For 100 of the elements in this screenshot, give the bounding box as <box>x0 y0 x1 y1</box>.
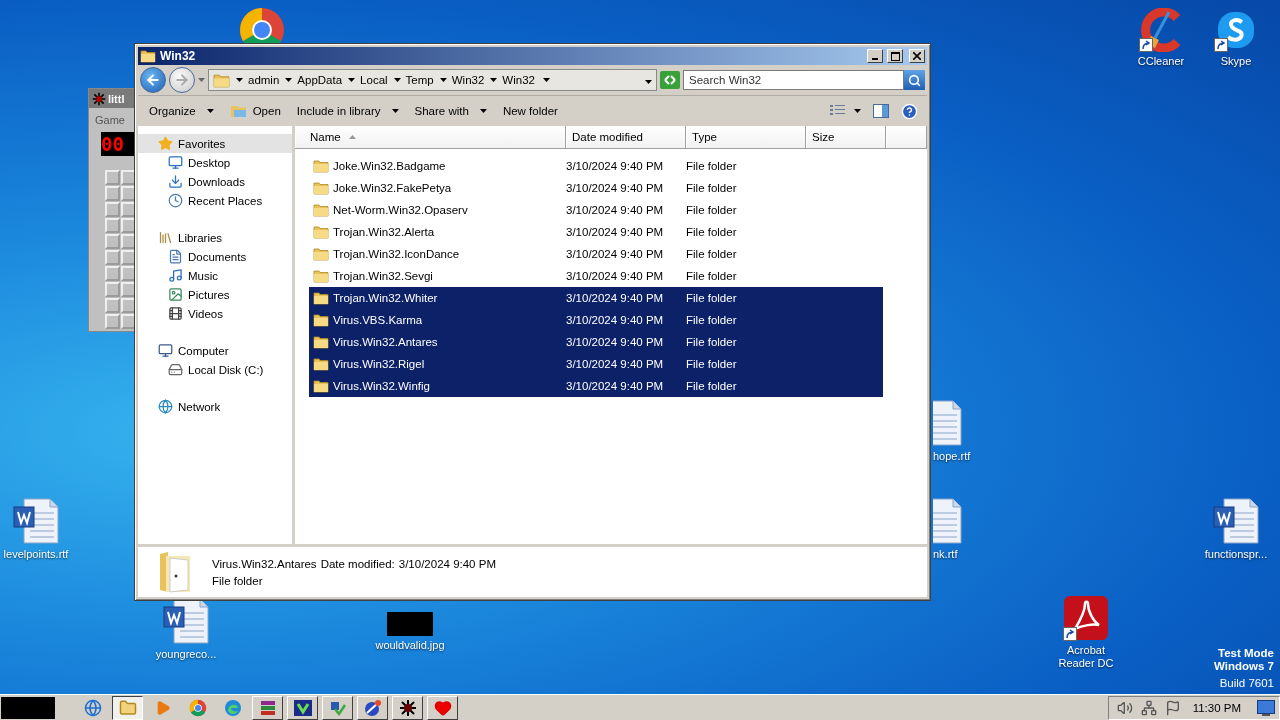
folder-icon <box>313 202 329 218</box>
file-row[interactable]: Trojan.Win32.Alerta 3/10/2024 9:40 PM File folder <box>309 221 883 243</box>
film-icon <box>168 306 183 321</box>
file-row[interactable]: Net-Worm.Win32.Opaserv 3/10/2024 9:40 PM File folder <box>309 199 883 221</box>
column-header[interactable]: Type <box>686 126 806 148</box>
file-row[interactable]: Joke.Win32.Badgame 3/10/2024 9:40 PM File folder <box>309 155 883 177</box>
menu-item[interactable]: Game <box>95 114 125 126</box>
nav-item[interactable]: Music <box>138 266 292 285</box>
desktop-icon-label[interactable]: Acrobat Reader DC <box>1055 644 1117 670</box>
date-cell-text: 3/10/2024 9:40 PM <box>566 226 665 238</box>
taskbar-button[interactable] <box>112 696 143 720</box>
help-icon <box>901 102 918 120</box>
caret-icon <box>645 80 652 84</box>
desktop-icon-label[interactable]: nk.rtf <box>933 548 958 561</box>
toolbar-button[interactable]: New folder <box>495 102 565 120</box>
nav-item[interactable]: Network <box>138 397 292 416</box>
desktop-icon-label[interactable]: youngreco... <box>155 648 217 661</box>
desktop-icon-label[interactable]: wouldvalid.jpg <box>375 639 445 652</box>
nav-item[interactable]: Documents <box>138 247 292 266</box>
library-icon <box>158 230 173 245</box>
close-button[interactable] <box>909 49 925 63</box>
word-document-icon <box>933 497 963 545</box>
nav-item[interactable]: Pictures <box>138 285 292 304</box>
file-row[interactable]: Trojan.Win32.IconDance 3/10/2024 9:40 PM File folder <box>309 243 883 265</box>
file-row[interactable]: Virus.Win32.Rigel 3/10/2024 9:40 PM File folder <box>309 353 883 375</box>
mine-cell[interactable] <box>105 186 120 201</box>
music-icon <box>168 268 183 283</box>
toolbar-button[interactable]: Open <box>222 100 288 122</box>
file-row[interactable]: Virus.Win32.Antares 3/10/2024 9:40 PM File folder <box>309 331 883 353</box>
mine-cell[interactable] <box>105 218 120 233</box>
search-button[interactable] <box>904 70 925 90</box>
date-cell-text: 3/10/2024 9:40 PM <box>566 292 665 304</box>
caret-icon <box>236 78 243 82</box>
nav-item[interactable]: Computer <box>138 341 292 360</box>
date-cell-text: 3/10/2024 9:40 PM <box>566 182 665 194</box>
start-button[interactable] <box>1 697 55 719</box>
column-header[interactable]: Date modified <box>566 126 686 148</box>
date-cell-text: 3/10/2024 9:40 PM <box>566 204 665 216</box>
mine-cell[interactable] <box>105 170 120 185</box>
type-cell-text: File folder <box>686 204 738 216</box>
mine-cell[interactable] <box>105 266 120 281</box>
file-row[interactable]: Joke.Win32.FakePetya 3/10/2024 9:40 PM File folder <box>309 177 883 199</box>
show-desktop-icon[interactable] <box>1257 700 1275 716</box>
network-icon[interactable] <box>1140 700 1157 716</box>
column-header[interactable]: Name <box>295 126 566 148</box>
file-row[interactable]: Virus.Win32.Winfig 3/10/2024 9:40 PM File folder <box>309 375 883 397</box>
breadcrumb-item[interactable]: Local <box>348 74 388 86</box>
star-icon <box>158 136 173 151</box>
file-name: Trojan.Win32.IconDance <box>333 248 460 260</box>
breadcrumb-item[interactable]: Win32 <box>490 74 535 86</box>
mine-cell[interactable] <box>105 298 120 313</box>
nav-item[interactable]: Local Disk (C:) <box>138 360 292 379</box>
breadcrumb-item[interactable]: AppData <box>285 74 343 86</box>
file-row[interactable]: Trojan.Win32.Sevgi 3/10/2024 9:40 PM File folder <box>309 265 883 287</box>
mine-cell[interactable] <box>105 314 120 329</box>
folder-icon <box>313 268 329 284</box>
folder-icon <box>313 290 329 306</box>
desktop-icon-label[interactable]: Skype <box>1220 55 1252 68</box>
caret-icon <box>348 78 356 82</box>
toolbar-button[interactable]: Share with <box>407 102 494 120</box>
file-row[interactable]: Virus.VBS.Karma 3/10/2024 9:40 PM File folder <box>309 309 883 331</box>
desktop-icon-label[interactable]: CCleaner <box>1137 55 1185 68</box>
nav-item[interactable]: Videos <box>138 304 292 323</box>
toolbar-button[interactable]: Organize <box>142 102 221 120</box>
clock[interactable]: 11:30 PM <box>1192 702 1241 714</box>
forward-button[interactable] <box>169 67 195 93</box>
date-cell-text: 3/10/2024 9:40 PM <box>566 358 665 370</box>
date-cell-text: 3/10/2024 9:40 PM <box>566 336 665 348</box>
mine-cell[interactable] <box>105 250 120 265</box>
mine-icon <box>398 699 417 717</box>
file-row[interactable]: Trojan.Win32.Whiter 3/10/2024 9:40 PM File folder <box>309 287 883 309</box>
desktop-icon-label[interactable]: hope.rtf <box>933 450 971 463</box>
nav-item[interactable]: Favorites <box>138 134 292 153</box>
date-value: 3/10/2024 9:40 PM <box>398 557 496 570</box>
file-name: Virus.Win32.Antares <box>333 336 438 348</box>
desktop-icon-label[interactable]: functionspr... <box>1204 548 1268 561</box>
maximize-button[interactable] <box>887 49 903 63</box>
address-bar[interactable]: admin AppData Local Temp Win32 Win32 <box>208 69 657 91</box>
nav-item[interactable]: Downloads <box>138 172 292 191</box>
clock-icon <box>168 193 183 208</box>
toolbar-button[interactable]: Include in library <box>289 102 406 120</box>
breadcrumb-item[interactable]: Win32 <box>439 74 485 86</box>
breadcrumb-item[interactable]: Temp <box>393 74 434 86</box>
mine-cell[interactable] <box>105 202 120 217</box>
window-title: littl <box>108 92 125 105</box>
nav-item[interactable]: Desktop <box>138 153 292 172</box>
column-header[interactable]: Size <box>806 126 886 148</box>
refresh-icon[interactable] <box>660 71 680 89</box>
breadcrumb-item[interactable]: admin <box>236 74 280 86</box>
details-view-icon <box>830 105 846 117</box>
back-button[interactable] <box>140 67 166 93</box>
search-field[interactable]: Search Win32 <box>683 70 904 90</box>
nav-item[interactable]: Libraries <box>138 228 292 247</box>
nav-item[interactable]: Recent Places <box>138 191 292 210</box>
mine-cell[interactable] <box>105 234 120 249</box>
minimize-button[interactable] <box>867 49 883 63</box>
mine-cell[interactable] <box>105 282 120 297</box>
speaker-icon[interactable] <box>1116 700 1133 716</box>
flag-icon[interactable] <box>1164 700 1181 716</box>
date-cell-text: 3/10/2024 9:40 PM <box>566 270 665 282</box>
